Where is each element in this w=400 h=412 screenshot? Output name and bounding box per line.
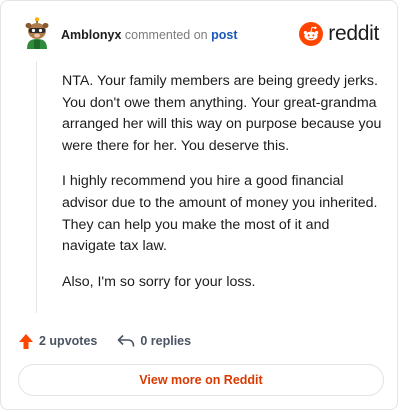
replies-button[interactable]: 0 replies bbox=[117, 334, 191, 348]
upvote-button[interactable]: 2 upvotes bbox=[18, 333, 97, 350]
reddit-logo-icon bbox=[299, 22, 324, 46]
comment-actions: 2 upvotes 0 replies bbox=[18, 331, 191, 351]
reply-arrow-icon bbox=[118, 334, 135, 347]
upvotes-count: 2 upvotes bbox=[39, 334, 98, 348]
view-more-button[interactable]: View more on Reddit bbox=[18, 364, 384, 396]
byline-action-text: commented on bbox=[124, 28, 208, 42]
user-avatar[interactable] bbox=[21, 15, 53, 49]
author-username[interactable]: Amblonyx bbox=[61, 28, 121, 42]
replies-count: 0 replies bbox=[140, 334, 192, 348]
reddit-wordmark: reddit bbox=[328, 22, 379, 45]
comment-body: NTA. Your family members are being greed… bbox=[62, 71, 384, 307]
comment-header: Amblonyx commented on post reddit bbox=[21, 15, 379, 53]
upvote-arrow-icon bbox=[19, 333, 33, 349]
comment-byline: Amblonyx commented on post bbox=[61, 27, 237, 43]
reddit-brand-link[interactable]: reddit bbox=[299, 21, 379, 47]
thread-line bbox=[36, 61, 37, 313]
embedded-comment-card: Amblonyx commented on post reddit NTA. Y… bbox=[0, 0, 398, 410]
comment-paragraph: NTA. Your family members are being greed… bbox=[62, 73, 382, 154]
post-link[interactable]: post bbox=[211, 28, 237, 42]
comment-paragraph: Also, I'm so sorry for your loss. bbox=[62, 273, 256, 290]
comment-paragraph: I highly recommend you hire a good finan… bbox=[62, 173, 378, 255]
avatar-icon bbox=[25, 17, 49, 49]
